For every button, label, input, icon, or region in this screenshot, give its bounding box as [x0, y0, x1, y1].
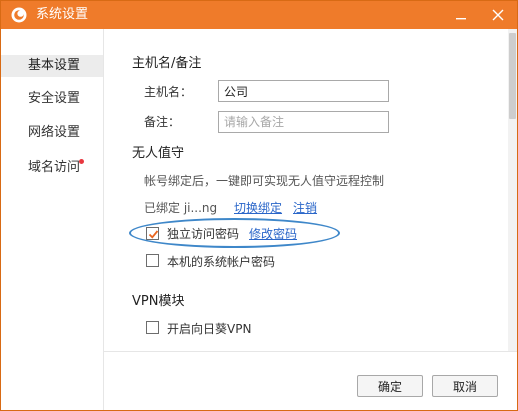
- cancel-button[interactable]: 取消: [432, 375, 498, 397]
- sidebar-item-label: 网络设置: [28, 125, 81, 140]
- bound-account-text: 已绑定 ji...ng: [144, 201, 218, 215]
- host-section-title: 主机名/备注: [132, 56, 202, 71]
- unattended-description: 帐号绑定后，一键即可实现无人值守远程控制: [144, 174, 385, 188]
- highlight-annotation: [129, 218, 340, 248]
- sidebar-item-label: 基本设置: [28, 58, 81, 73]
- sidebar-item-domain-access[interactable]: 域名访问: [1, 157, 103, 179]
- unattended-section-title: 无人值守: [132, 146, 185, 161]
- notification-dot: [79, 159, 84, 164]
- sidebar-item-network-settings[interactable]: 网络设置: [1, 122, 103, 144]
- sidebar-item-basic-settings[interactable]: 基本设置: [1, 55, 103, 77]
- logout-link[interactable]: 注销: [293, 200, 317, 216]
- scrollbar-thumb[interactable]: [509, 33, 516, 119]
- ok-button[interactable]: 确定: [357, 375, 423, 397]
- enable-vpn-label: 开启向日葵VPN: [167, 322, 252, 336]
- close-button[interactable]: [486, 5, 510, 25]
- sidebar-item-label: 安全设置: [28, 91, 81, 106]
- title-bar[interactable]: 系统设置: [1, 1, 517, 29]
- remark-label: 备注：: [144, 115, 181, 129]
- window-title: 系统设置: [36, 7, 89, 22]
- sidebar-item-label: 域名访问: [28, 160, 81, 175]
- close-icon: [492, 9, 504, 21]
- switch-binding-link[interactable]: 切换绑定: [234, 200, 282, 216]
- sidebar-item-security-settings[interactable]: 安全设置: [1, 88, 103, 110]
- settings-window: 系统设置 基本设置 安全设置 网络设置 域名访问 主机名/备注 主机名： 公司 …: [0, 0, 518, 411]
- minimize-icon: [456, 18, 466, 20]
- footer-divider: [104, 351, 517, 352]
- vpn-section-title: VPN模块: [132, 294, 185, 309]
- sidebar-nav: 基本设置 安全设置 网络设置 域名访问: [1, 29, 103, 410]
- minimize-button[interactable]: [449, 5, 473, 25]
- enable-vpn-checkbox[interactable]: [146, 321, 159, 334]
- content-scrollbar[interactable]: [508, 29, 517, 351]
- remark-input[interactable]: [218, 111, 389, 133]
- app-logo-icon: [11, 7, 27, 23]
- hostname-input[interactable]: [218, 80, 389, 102]
- settings-content: 主机名/备注 主机名： 备注： 无人值守 帐号绑定后，一键即可实现无人值守远程控…: [104, 29, 508, 351]
- hostname-label: 主机名：: [144, 85, 193, 99]
- system-account-password-checkbox[interactable]: [146, 254, 159, 267]
- system-account-password-label: 本机的系统帐户密码: [167, 255, 276, 269]
